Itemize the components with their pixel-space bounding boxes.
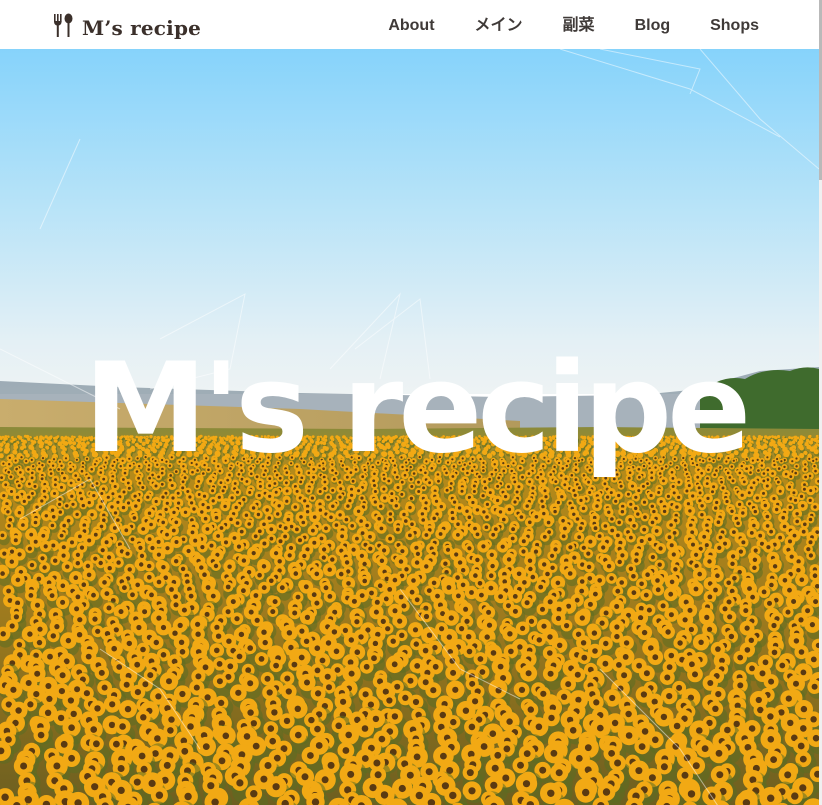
nav-about[interactable]: About [388,15,434,37]
hero-section: M's recipe [0,49,819,805]
hero-title: M's recipe [83,337,751,481]
nav-shops[interactable]: Shops [710,15,759,37]
logo-text: M’s recipe [82,16,202,40]
fork-spoon-icon [54,13,73,37]
nav-side-dishes[interactable]: 副菜 [563,15,595,37]
main-nav: About メイン 副菜 Blog Shops [348,15,759,37]
nav-main-dishes[interactable]: メイン [475,15,523,37]
nav-blog[interactable]: Blog [635,15,671,37]
page: M’s recipe About メイン 副菜 Blog Shops M's r… [0,0,822,805]
logo-link[interactable]: M’s recipe [52,13,201,39]
site-header: M’s recipe About メイン 副菜 Blog Shops [0,0,822,49]
